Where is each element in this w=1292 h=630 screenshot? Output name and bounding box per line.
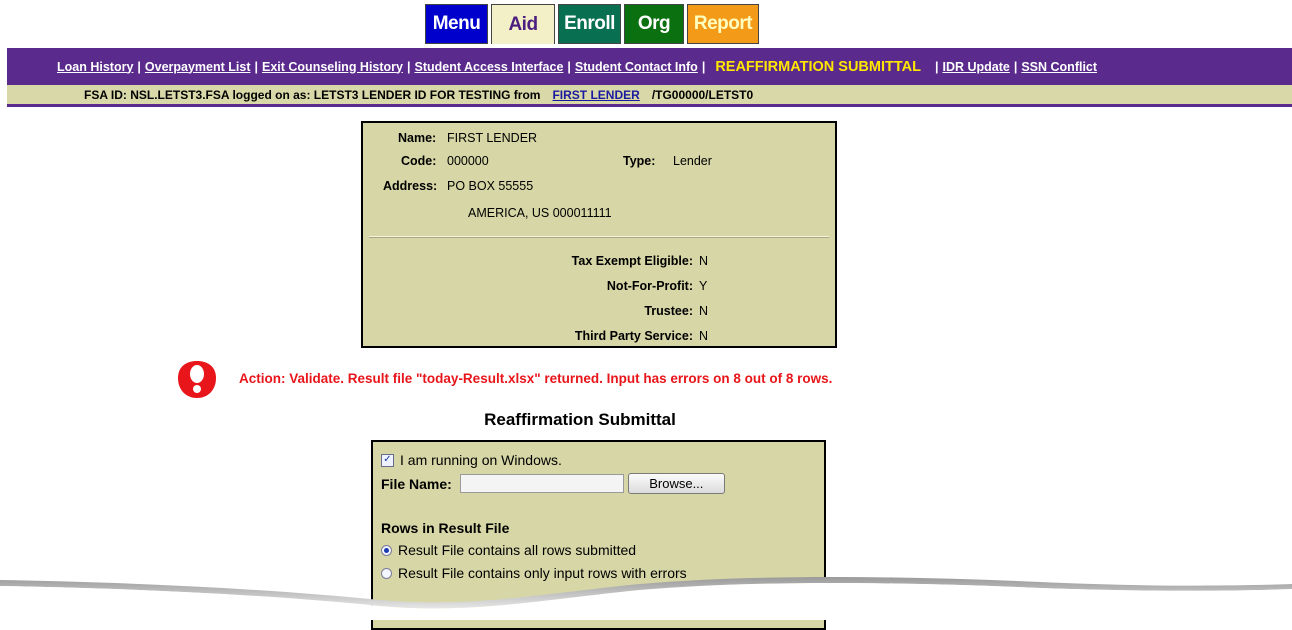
nav-separator: | [567,59,571,74]
error-message: Action: Validate. Result file "today-Res… [239,371,833,386]
tax-exempt-value: N [699,254,709,268]
not-for-profit-value: Y [699,279,708,293]
nav-separator: | [254,59,259,74]
tab-enroll[interactable]: Enroll [558,4,621,44]
result-option-all[interactable]: Result File contains all rows submitted [381,542,636,558]
third-party-value: N [699,329,709,343]
windows-checkbox[interactable]: ✓ [381,453,394,467]
session-org-id: /TG00000/LETST0 [651,87,754,102]
nav-separator: | [407,59,411,74]
nav-idr-update[interactable]: IDR Update [942,60,1009,74]
nav-separator: | [137,59,141,74]
file-name-input[interactable] [459,474,624,493]
error-exclamation-icon [178,361,216,398]
sub-navigation: Loan History | Overpayment List | Exit C… [7,48,1292,85]
nav-overpayment-list[interactable]: Overpayment List [145,60,251,74]
main-tabs: Menu Aid Enroll Org Report [425,4,759,44]
type-label: Type: [623,154,656,168]
nav-loan-history[interactable]: Loan History [57,60,133,74]
nav-student-contact-info[interactable]: Student Contact Info [575,60,698,74]
not-for-profit-label: Not-For-Profit: [606,279,693,293]
nav-separator: | [934,59,939,74]
nav-separator: | [1013,59,1018,74]
session-org-link[interactable]: FIRST LENDER [552,88,639,102]
result-all-label: Result File contains all rows submitted [398,542,637,558]
page-title: Reaffirmation Submittal [484,410,676,429]
nav-exit-counseling-history[interactable]: Exit Counseling History [262,60,403,74]
tab-aid[interactable]: Aid [491,4,555,44]
trustee-value: N [699,304,709,318]
address-line1: PO BOX 55555 [447,179,534,193]
organization-info-panel: Name: FIRST LENDER Code: 000000 Type: Le… [361,121,837,348]
tab-menu[interactable]: Menu [425,4,488,44]
nav-ssn-conflict[interactable]: SSN Conflict [1021,60,1097,74]
tab-org[interactable]: Org [624,4,684,44]
nav-student-access-interface[interactable]: Student Access Interface [415,60,564,74]
name-value: FIRST LENDER [447,131,538,145]
address-line2: AMERICA, US 000011111 [468,206,612,220]
windows-checkbox-label: I am running on Windows. [400,452,562,468]
session-user-text: FSA ID: NSL.LETST3.FSA logged on as: LET… [84,87,541,102]
file-name-row: File Name: Browse... [381,473,725,494]
torn-edge-decoration [0,577,1292,620]
nav-separator: | [701,59,706,74]
name-label: Name: [398,131,437,145]
code-label: Code: [401,154,437,168]
tax-exempt-label: Tax Exempt Eligible: [571,254,693,268]
trustee-label: Trustee: [644,304,693,318]
rows-heading: Rows in Result File [381,520,510,536]
nav-current-page: REAFFIRMATION SUBMITTAL [715,58,921,75]
file-name-label: File Name: [381,475,452,492]
panel-divider [369,236,829,238]
result-all-radio[interactable] [381,544,392,556]
code-value: 000000 [447,154,489,168]
type-value: Lender [673,154,712,168]
third-party-label: Third Party Service: [574,329,693,343]
windows-option: ✓ I am running on Windows. [381,452,562,468]
session-info-bar: FSA ID: NSL.LETST3.FSA logged on as: LET… [7,85,1292,107]
address-label: Address: [383,179,438,193]
tab-report[interactable]: Report [687,4,759,44]
browse-button[interactable]: Browse... [627,473,725,494]
